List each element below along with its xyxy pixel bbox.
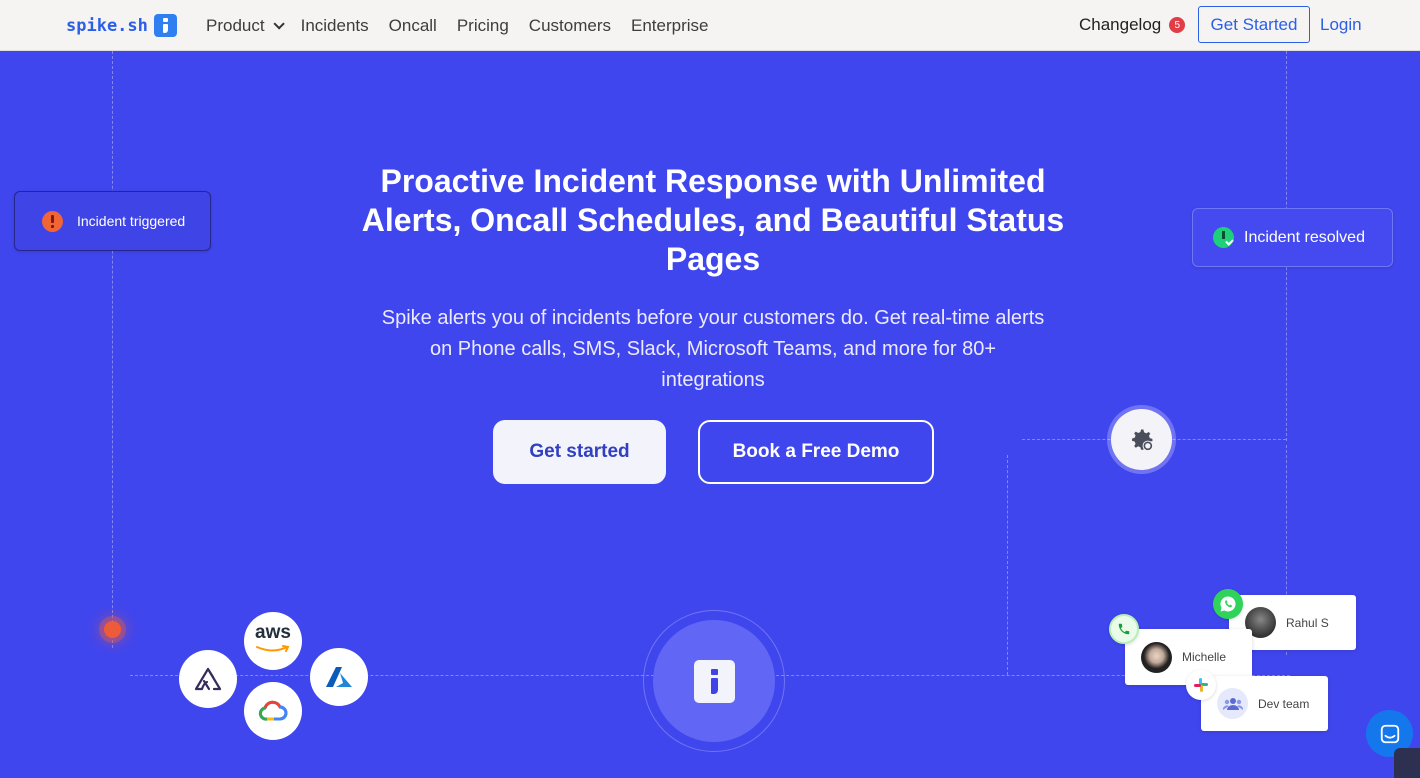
aws-integration: aws — [244, 612, 302, 670]
logo-text: spike.sh — [66, 15, 148, 36]
book-demo-button[interactable]: Book a Free Demo — [698, 420, 934, 484]
changelog-link[interactable]: Changelog 5 — [1079, 15, 1186, 35]
hero-title: Proactive Incident Response with Unlimit… — [361, 163, 1065, 277]
azure-icon — [326, 667, 352, 687]
nav-item-enterprise[interactable]: Enterprise — [631, 16, 708, 36]
phone-icon — [1109, 614, 1139, 644]
corner-widget[interactable] — [1394, 748, 1420, 778]
nav-item-incidents[interactable]: Incidents — [301, 16, 369, 36]
connector-line-gear-down — [1007, 455, 1008, 675]
spike-logo[interactable]: spike.sh — [66, 14, 177, 37]
responder-card-dev-team: Dev team — [1201, 676, 1328, 731]
responder-name: Michelle — [1182, 650, 1227, 664]
responder-name: Rahul S — [1286, 615, 1329, 630]
nav-item-oncall[interactable]: Oncall — [389, 16, 437, 36]
aws-label: aws — [255, 622, 291, 643]
incident-resolved-pill: Incident resolved — [1192, 208, 1393, 267]
nav-item-product[interactable]: Product — [206, 15, 285, 36]
nav-item-label: Enterprise — [630, 15, 709, 35]
chat-icon — [1380, 724, 1399, 743]
incident-triggered-pill: Incident triggered — [14, 191, 211, 251]
avatar — [1141, 641, 1172, 673]
google-cloud-integration — [244, 682, 302, 740]
nav-item-customers[interactable]: Customers — [529, 16, 611, 36]
nav-item-label: Oncall — [388, 15, 437, 35]
nav-item-label: Incidents — [300, 15, 369, 35]
top-navigation: spike.sh Product Incidents Oncall Pricin… — [0, 0, 1420, 51]
hero-subtitle: Spike alerts you of incidents before you… — [381, 307, 1045, 391]
changelog-count-badge: 5 — [1169, 17, 1186, 33]
aws-icon: aws — [255, 622, 291, 657]
connector-line-left — [112, 51, 113, 648]
automation-gear — [1111, 409, 1172, 470]
nav-item-label: Pricing — [456, 15, 509, 35]
slack-icon — [1186, 670, 1216, 700]
azure-integration — [310, 648, 368, 706]
responder-name: Dev team — [1258, 696, 1310, 711]
spike-logo-icon — [693, 659, 735, 703]
sentry-icon — [194, 667, 222, 691]
gear-icon — [1131, 429, 1153, 451]
main-menu: Product Incidents Oncall Pricing Custome… — [206, 0, 728, 51]
changelog-label: Changelog — [1079, 15, 1162, 34]
nav-item-label: Product — [206, 15, 265, 35]
alert-icon — [42, 210, 63, 232]
resolved-check-icon — [1213, 227, 1234, 248]
spike-center-logo — [653, 620, 775, 742]
sentry-integration — [179, 650, 237, 708]
nav-get-started-button[interactable]: Get Started — [1198, 6, 1310, 43]
spike-logo-icon — [153, 14, 177, 37]
team-icon — [1217, 688, 1248, 719]
login-link[interactable]: Login — [1320, 15, 1362, 35]
get-started-button[interactable]: Get started — [493, 420, 666, 484]
incident-resolved-label: Incident resolved — [1244, 228, 1365, 246]
whatsapp-icon — [1213, 589, 1243, 619]
chevron-down-icon — [273, 17, 285, 30]
nav-item-label: Customers — [528, 15, 611, 35]
nav-item-pricing[interactable]: Pricing — [457, 16, 509, 36]
google-cloud-icon — [258, 700, 288, 721]
incident-source-dot — [104, 621, 121, 638]
incident-triggered-label: Incident triggered — [77, 213, 186, 229]
